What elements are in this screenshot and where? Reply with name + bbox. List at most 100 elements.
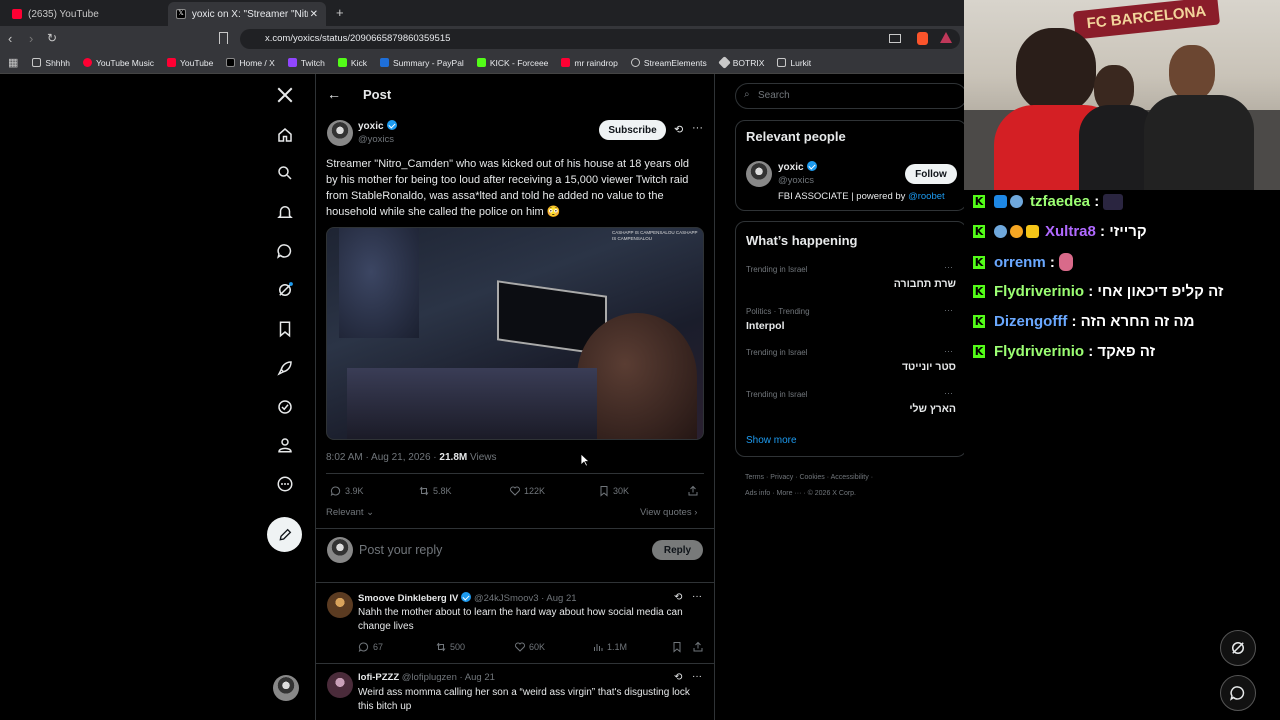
chat-icon[interactable] xyxy=(274,240,296,262)
grok-explain-icon[interactable]: ⟲ xyxy=(674,123,683,136)
grok-float-button[interactable] xyxy=(1220,630,1256,666)
chat-icon xyxy=(1230,686,1245,701)
back-arrow-icon[interactable]: ← xyxy=(327,86,341,102)
bookmark-page-icon[interactable] xyxy=(219,32,228,44)
footer-link[interactable]: Privacy xyxy=(770,474,793,481)
reply-action[interactable]: 3.9K xyxy=(330,485,364,497)
bookmark-kick-forceee[interactable]: KICK - Forceee xyxy=(476,58,548,68)
profile-icon[interactable] xyxy=(274,434,296,456)
bookmark-streamelements[interactable]: StreamElements xyxy=(630,58,707,68)
sub-badge-icon xyxy=(994,225,1007,238)
footer-link[interactable]: Accessibility xyxy=(831,474,869,481)
notifications-icon[interactable] xyxy=(274,201,296,223)
brave-shield-icon[interactable] xyxy=(917,32,928,45)
reply-input[interactable]: Post your reply xyxy=(359,543,442,557)
like-action[interactable]: 122K xyxy=(509,485,545,497)
sub-badge-icon xyxy=(1010,195,1023,208)
bookmark-action[interactable]: 30K xyxy=(598,485,629,497)
screen-icon[interactable] xyxy=(889,34,901,43)
crown-badge-icon xyxy=(1026,225,1039,238)
repost-action[interactable]: 5.8K xyxy=(418,485,452,497)
footer-link[interactable]: More ··· xyxy=(777,490,802,497)
bookmark-paypal[interactable]: Summary - PayPal xyxy=(379,58,464,68)
bookmark-botrix[interactable]: BOTRIX xyxy=(717,56,764,69)
grok-icon xyxy=(1232,642,1244,654)
reload-icon[interactable]: ↻ xyxy=(47,31,57,45)
repost-action[interactable]: 500 xyxy=(435,641,465,653)
home-icon[interactable] xyxy=(274,124,296,146)
follow-button[interactable]: Follow xyxy=(905,164,957,184)
reply-avatar[interactable] xyxy=(327,672,353,698)
url-field[interactable]: x.com/yoxics/status/2090665879860359515 xyxy=(240,29,960,49)
author-name[interactable]: yoxic xyxy=(358,120,397,132)
bookmark-lurkit[interactable]: Lurkit xyxy=(777,58,811,68)
bookmark-shhhh[interactable]: Shhhh xyxy=(32,58,70,68)
bookmark-youtube[interactable]: YouTube xyxy=(166,58,213,68)
relevant-name[interactable]: yoxic xyxy=(778,161,817,173)
search-input[interactable]: ⌕ Search xyxy=(735,83,964,109)
trend-more-icon[interactable]: ··· xyxy=(944,262,953,272)
back-icon[interactable]: ‹ xyxy=(8,31,12,46)
bookmark-mr-raindrop[interactable]: mr raindrop xyxy=(561,58,618,68)
more-options-icon[interactable]: ··· xyxy=(692,591,702,602)
relevant-avatar[interactable] xyxy=(746,161,772,187)
brave-rewards-icon[interactable] xyxy=(940,32,952,43)
bookmark-home-x[interactable]: Home / X xyxy=(226,58,275,68)
chat-username: tzfaedea xyxy=(1030,193,1091,210)
bookmark-action[interactable] xyxy=(671,641,686,653)
forward-icon[interactable]: › xyxy=(29,31,33,46)
search-icon[interactable] xyxy=(274,162,296,184)
trend-more-icon[interactable]: ··· xyxy=(944,346,953,356)
author-avatar[interactable] xyxy=(327,120,353,146)
close-tab-icon[interactable]: ✕ xyxy=(310,9,318,20)
x-logo-icon[interactable] xyxy=(274,84,296,106)
heart-icon xyxy=(515,642,525,652)
grok-explain-icon[interactable]: ⟲ xyxy=(674,592,682,603)
youtube-icon xyxy=(12,9,22,19)
x-page: ← Post yoxic @yoxics Subscribe ⟲ ··· Str… xyxy=(0,74,964,720)
new-tab-icon[interactable]: + xyxy=(336,5,344,20)
show-more-link[interactable]: Show more xyxy=(746,435,797,446)
more-options-icon[interactable]: ··· xyxy=(692,122,703,134)
rocket-icon[interactable] xyxy=(274,357,296,379)
more-options-icon[interactable]: ··· xyxy=(692,671,702,682)
chevron-down-icon: ⌄ xyxy=(363,507,375,518)
grok-icon[interactable] xyxy=(274,279,296,301)
views-action[interactable]: 1.1M xyxy=(592,641,627,653)
view-quotes-link[interactable]: View quotes › xyxy=(640,507,697,518)
reply-avatar[interactable] xyxy=(327,592,353,618)
grok-explain-icon[interactable]: ⟲ xyxy=(674,672,682,683)
trend-more-icon[interactable]: ··· xyxy=(944,305,953,315)
compose-button[interactable] xyxy=(267,517,302,552)
relevant-handle[interactable]: @yoxics xyxy=(778,175,814,186)
share-action[interactable] xyxy=(692,641,707,653)
author-handle[interactable]: @yoxics xyxy=(358,134,394,145)
more-icon[interactable] xyxy=(274,473,296,495)
like-action[interactable]: 60K xyxy=(514,641,545,653)
roobet-link[interactable]: @roobet xyxy=(908,191,945,202)
footer-link[interactable]: Ads info xyxy=(745,490,770,497)
apps-grid-icon[interactable]: ▦ xyxy=(8,56,18,69)
footer-link[interactable]: Terms xyxy=(745,474,764,481)
chat-message: K orrenm : xyxy=(973,253,1076,271)
heart-icon xyxy=(510,486,520,496)
messages-float-button[interactable] xyxy=(1220,675,1256,711)
bookmark-youtube-music[interactable]: YouTube Music xyxy=(83,58,154,68)
bookmark-twitch[interactable]: Twitch xyxy=(287,58,325,68)
post-video[interactable]: CASHAPP IS CAMPENSALOU CASHAPP IS CAMPEN… xyxy=(326,227,704,440)
footer-link[interactable]: Cookies xyxy=(799,474,824,481)
bookmarks-icon[interactable] xyxy=(274,318,296,340)
share-action[interactable] xyxy=(687,485,702,497)
youtube-icon xyxy=(561,58,571,67)
tab-youtube[interactable]: (2635) YouTube xyxy=(4,2,168,26)
reply-button[interactable]: Reply xyxy=(652,540,703,560)
trend-more-icon[interactable]: ··· xyxy=(944,388,953,398)
emote-icon xyxy=(1059,253,1074,271)
bookmark-kick[interactable]: Kick xyxy=(337,58,367,68)
reply-action[interactable]: 67 xyxy=(358,641,383,653)
account-avatar[interactable] xyxy=(273,675,299,701)
verified-icon[interactable] xyxy=(274,396,296,418)
sort-dropdown[interactable]: Relevant ⌄ xyxy=(326,507,374,518)
tab-x-post[interactable]: 𝕏 yoxic on X: "Streamer "Nitro_C... ✕ xyxy=(168,2,326,26)
subscribe-button[interactable]: Subscribe xyxy=(599,120,666,140)
